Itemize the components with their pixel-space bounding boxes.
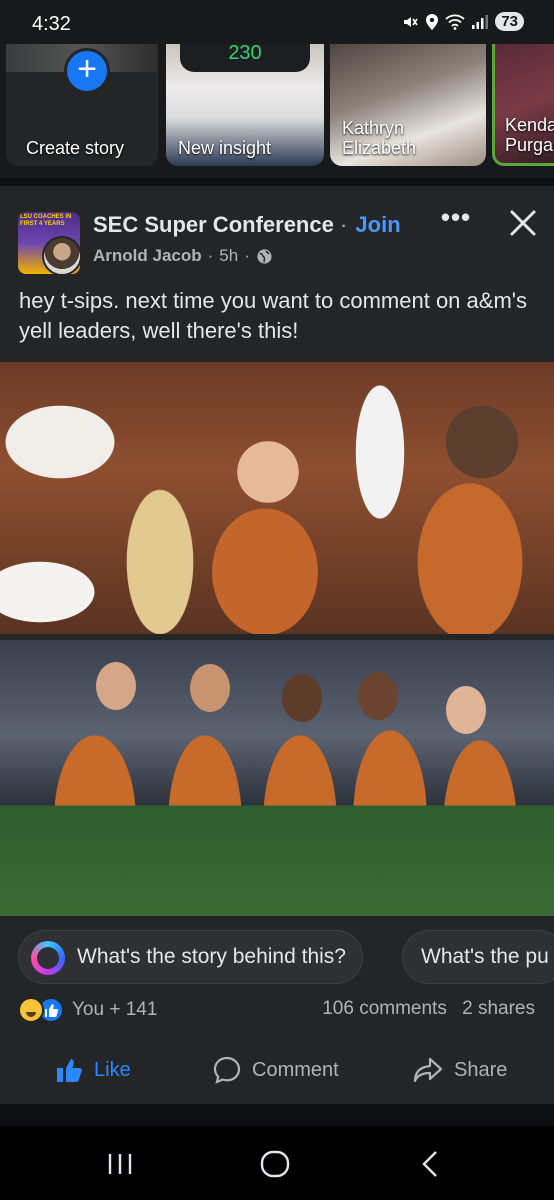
story-label: Kathryn Elizabeth [342, 118, 417, 158]
ai-prompt-chip[interactable]: What's the pu [402, 930, 554, 984]
author-avatar[interactable] [42, 236, 82, 276]
location-icon [426, 13, 439, 30]
like-icon [57, 1059, 82, 1082]
feed-divider [0, 178, 554, 186]
story-card-kenda[interactable]: Kenda Purga [492, 44, 554, 166]
person-face [446, 686, 486, 734]
feed-post: LSU COACHES IN FIRST 4 YEARS SEC Super C… [0, 186, 554, 1104]
like-label: Like [94, 1058, 131, 1081]
share-button[interactable]: Share [412, 1050, 507, 1090]
group-name[interactable]: SEC Super Conference [93, 212, 334, 237]
haha-reaction-icon [18, 997, 44, 1023]
recent-apps-icon[interactable] [90, 1144, 150, 1184]
join-button[interactable]: Join [355, 212, 400, 237]
reactions-summary[interactable]: You + 141 [18, 996, 157, 1024]
post-photo-top[interactable] [0, 362, 554, 634]
share-label: Share [454, 1058, 508, 1081]
comments-count[interactable]: 106 comments [322, 998, 447, 1019]
stories-row: + Create story 230 New insight Kathryn E… [0, 44, 554, 170]
insight-badge: 230 [180, 44, 310, 72]
ai-prompt-text: What's the story behind this? [77, 945, 346, 968]
battery-indicator: 73 [495, 12, 524, 31]
status-time: 4:32 [32, 13, 71, 35]
group-name-line: SEC Super Conference · Join [93, 212, 401, 238]
status-icons: 73 [401, 12, 524, 31]
signal-icon [472, 14, 489, 29]
name-separator: · [339, 212, 348, 237]
feed-divider [0, 1104, 554, 1126]
more-options-icon[interactable]: ••• [438, 204, 474, 236]
post-text: hey t-sips. next time you want to commen… [19, 288, 527, 343]
story-label: New insight [178, 138, 272, 158]
comment-button[interactable]: Comment [212, 1050, 339, 1090]
post-meta: Arnold Jacob · 5h · [93, 246, 273, 266]
person-face [358, 672, 398, 720]
back-icon[interactable] [400, 1144, 460, 1184]
ai-prompt-text: What's the pu [421, 945, 549, 968]
like-button[interactable]: Like [54, 1050, 131, 1090]
create-story-label: Create story [26, 138, 125, 158]
globe-icon [257, 248, 272, 264]
author-name[interactable]: Arnold Jacob [93, 246, 202, 266]
meta-ai-icon [31, 941, 65, 975]
story-card-new-insight[interactable]: 230 New insight [166, 44, 324, 166]
share-icon [413, 1057, 443, 1083]
reaction-names: You + 141 [72, 999, 158, 1020]
story-label: Kenda Purga [505, 115, 554, 155]
group-avatar-text: LSU COACHES IN FIRST 4 YEARS [20, 214, 72, 227]
person-face [190, 664, 230, 712]
story-card-kathryn-elizabeth[interactable]: Kathryn Elizabeth [330, 44, 486, 166]
shares-count[interactable]: 2 shares [462, 998, 535, 1019]
wifi-icon [445, 14, 465, 30]
meta-separator: · [244, 246, 250, 265]
person-face [282, 674, 322, 722]
ai-prompt-chips: What's the story behind this? What's the… [0, 928, 554, 986]
meta-separator: · [207, 246, 214, 265]
plus-icon[interactable]: + [64, 48, 110, 94]
person-face [96, 662, 136, 710]
post-time[interactable]: 5h [219, 246, 238, 266]
comment-label: Comment [252, 1058, 339, 1081]
ai-prompt-chip[interactable]: What's the story behind this? [18, 930, 363, 984]
system-nav-bar [0, 1126, 554, 1200]
close-icon[interactable] [506, 206, 540, 240]
home-icon[interactable] [246, 1144, 306, 1184]
post-photo-bottom[interactable] [0, 640, 554, 916]
post-actions: Like Comment Share [0, 1046, 554, 1094]
comment-icon [213, 1056, 241, 1084]
status-bar: 4:32 73 [0, 0, 554, 46]
engagement-counts: 106 comments 2 shares [322, 998, 535, 1020]
mute-icon [404, 16, 418, 27]
create-story-card[interactable]: + Create story [6, 44, 158, 166]
